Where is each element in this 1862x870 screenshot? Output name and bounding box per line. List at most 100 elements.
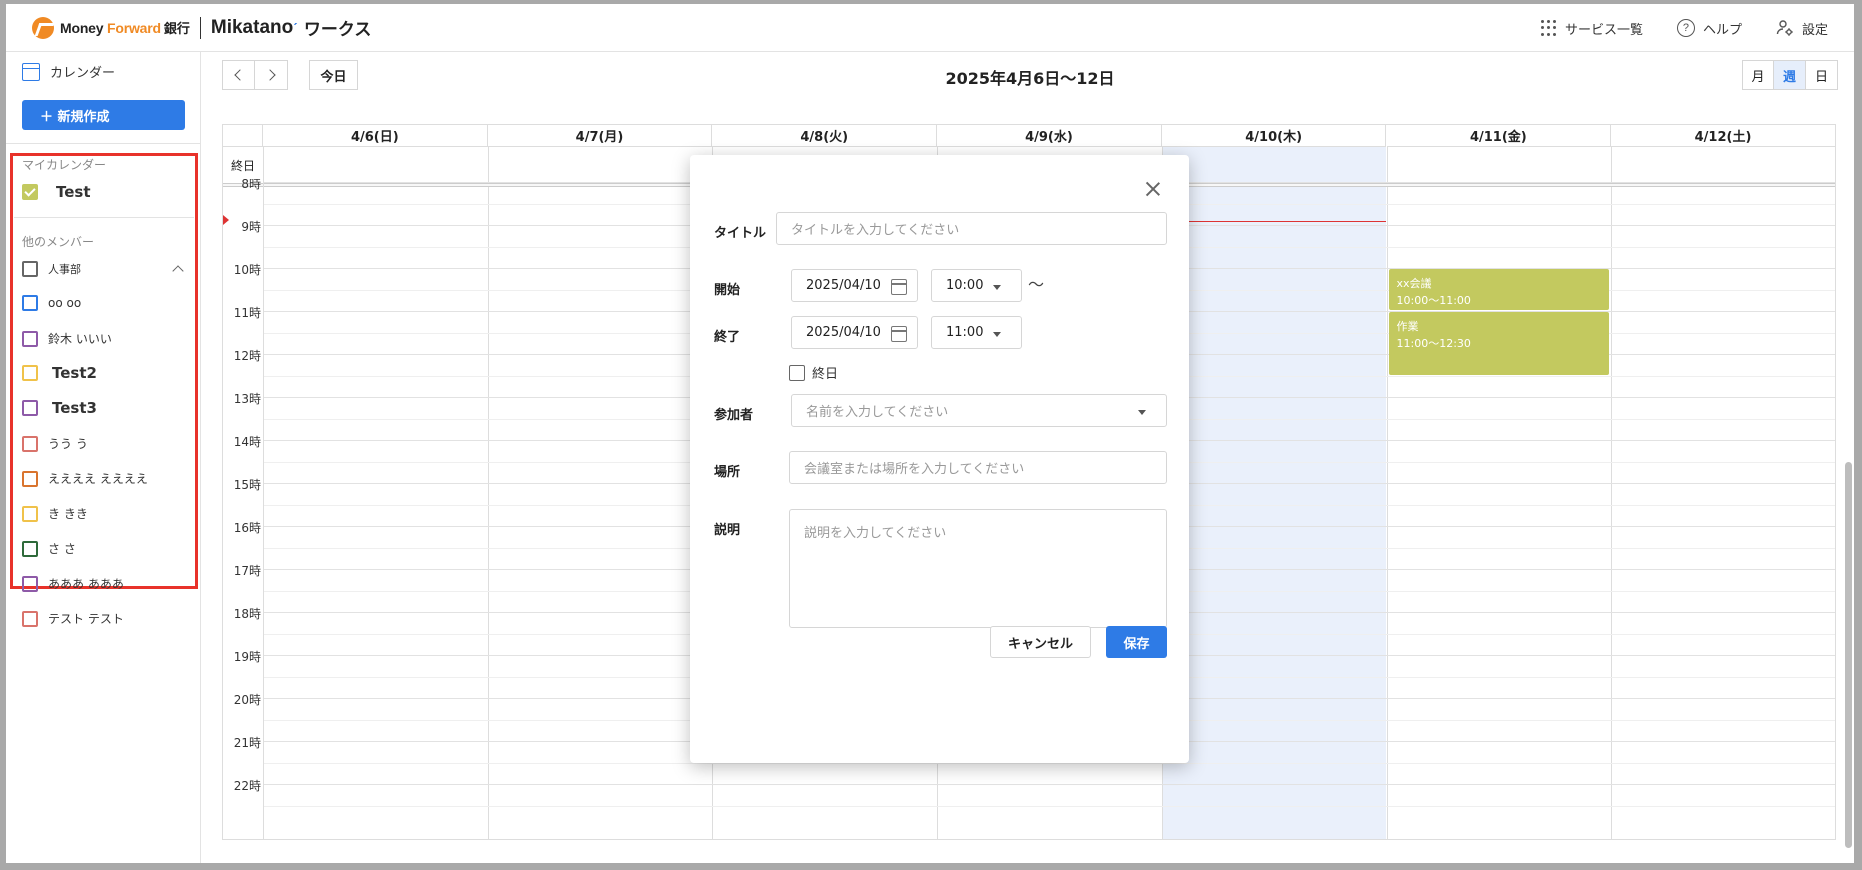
end-date-value: 2025/04/10 xyxy=(806,325,881,340)
calendar-event[interactable]: xx会議 10:00〜11:00 xyxy=(1388,269,1610,310)
member-item[interactable]: Test2 xyxy=(22,364,182,382)
member-name: ええええ ええええ xyxy=(48,472,148,486)
member-checkbox[interactable] xyxy=(22,470,38,487)
app-window: Money Forward 銀行 Mikatanoˊ ワークス サービス一覧 ?… xyxy=(6,4,1854,863)
day-column-header[interactable]: 4/9(水) xyxy=(937,125,1162,147)
top-header: Money Forward 銀行 Mikatanoˊ ワークス サービス一覧 ?… xyxy=(6,4,1854,52)
start-time-value: 10:00 xyxy=(946,278,984,293)
member-checkbox[interactable] xyxy=(22,540,38,557)
allday-checkbox[interactable]: 終日 xyxy=(789,363,838,382)
view-day-button[interactable]: 日 xyxy=(1806,60,1838,90)
description-label: 説明 xyxy=(714,523,741,538)
sidebar-divider xyxy=(6,143,201,144)
member-item[interactable]: ええええ ええええ xyxy=(22,470,182,487)
my-calendar-item-test[interactable]: Test xyxy=(22,183,182,201)
close-icon[interactable] xyxy=(1145,181,1161,197)
member-checkbox[interactable] xyxy=(22,435,38,452)
chevron-up-icon[interactable] xyxy=(172,265,184,277)
today-column-highlight xyxy=(1161,147,1387,839)
member-checkbox[interactable] xyxy=(22,261,38,277)
day-column-header[interactable]: 4/7(月) xyxy=(487,125,713,147)
day-column-divider xyxy=(487,147,489,839)
next-week-button[interactable] xyxy=(255,60,288,90)
day-column-header[interactable]: 4/6(日) xyxy=(263,125,488,147)
half-hour-gridline xyxy=(263,805,1835,807)
member-checkbox[interactable] xyxy=(22,295,38,311)
cancel-button[interactable]: キャンセル xyxy=(990,626,1091,658)
member-item[interactable]: oo oo xyxy=(22,295,182,311)
view-month-button[interactable]: 月 xyxy=(1742,60,1774,90)
date-range-title: 2025年4月6日〜12日 xyxy=(945,69,1115,88)
hour-label: 12時 xyxy=(233,349,261,363)
member-checkbox[interactable] xyxy=(22,365,38,381)
hour-label: 15時 xyxy=(233,478,261,492)
day-column-header[interactable]: 4/11(金) xyxy=(1386,125,1612,147)
title-input[interactable]: タイトルを入力してください xyxy=(776,212,1167,245)
end-date-input[interactable]: 2025/04/10 xyxy=(791,316,918,349)
start-date-value: 2025/04/10 xyxy=(806,278,881,293)
save-button[interactable]: 保存 xyxy=(1106,626,1167,658)
day-column-divider xyxy=(1611,147,1613,839)
new-event-dialog: タイトル タイトルを入力してください 開始 2025/04/10 10:00 〜… xyxy=(690,155,1189,763)
other-members-heading: 他のメンバー xyxy=(22,235,95,249)
vertical-scrollbar[interactable] xyxy=(1845,462,1852,848)
time-column-divider xyxy=(263,147,264,839)
today-button[interactable]: 今日 xyxy=(309,60,358,90)
member-checkbox[interactable] xyxy=(22,400,38,416)
moneyforward-logo-icon xyxy=(32,16,54,39)
chevron-down-icon xyxy=(993,285,1001,290)
start-date-input[interactable]: 2025/04/10 xyxy=(791,269,918,302)
member-group-name: 人事部 xyxy=(48,263,81,276)
member-checkbox[interactable] xyxy=(22,575,38,592)
chevron-down-icon xyxy=(1138,410,1146,415)
calendar-icon[interactable] xyxy=(891,279,907,295)
logo-bank-text: 銀行 xyxy=(163,22,190,37)
calendar-icon[interactable] xyxy=(891,326,907,342)
calendar-checkbox[interactable] xyxy=(22,184,38,200)
member-group-jinjibu[interactable]: 人事部 xyxy=(22,261,184,277)
settings-menu[interactable]: 設定 xyxy=(1776,19,1828,38)
member-item[interactable]: き きき xyxy=(22,505,182,522)
attendees-label: 参加者 xyxy=(714,408,754,423)
member-item[interactable]: Test3 xyxy=(22,399,182,417)
hour-label: 18時 xyxy=(233,607,261,621)
hour-label: 13時 xyxy=(233,392,261,406)
end-time-select[interactable]: 11:00 xyxy=(931,316,1022,349)
new-event-button[interactable]: ＋ 新規作成 xyxy=(22,100,185,130)
prev-week-button[interactable] xyxy=(222,60,255,90)
hour-label: 21時 xyxy=(233,736,261,750)
member-item[interactable]: テスト テスト xyxy=(22,610,182,627)
calendar-event[interactable]: 作業 11:00〜12:30 xyxy=(1388,312,1610,375)
help-menu[interactable]: ? ヘルプ xyxy=(1676,19,1742,38)
help-label: ヘルプ xyxy=(1702,22,1742,38)
hour-label: 19時 xyxy=(233,650,261,664)
checkbox-box[interactable] xyxy=(789,364,805,381)
member-item[interactable]: うう う xyxy=(22,435,182,452)
sidebar-calendar-label: カレンダー xyxy=(50,66,116,81)
logo-works-text: ワークス xyxy=(303,20,372,40)
sidebar: カレンダー ＋ 新規作成 マイカレンダー Test 他のメンバー 人事部 oo … xyxy=(6,52,201,863)
member-name: Test3 xyxy=(52,399,97,417)
member-checkbox[interactable] xyxy=(22,505,38,522)
current-time-marker-icon xyxy=(223,215,229,225)
member-checkbox[interactable] xyxy=(22,610,38,627)
services-label: サービス一覧 xyxy=(1564,22,1643,38)
day-column-header[interactable]: 4/10(木) xyxy=(1161,125,1387,147)
view-week-button[interactable]: 週 xyxy=(1774,60,1806,90)
member-item[interactable]: さ さ xyxy=(22,540,182,557)
allday-row-label: 終日 xyxy=(230,158,255,173)
sidebar-calendar-link[interactable]: カレンダー xyxy=(22,62,115,81)
logo-separator xyxy=(199,16,201,39)
member-checkbox[interactable] xyxy=(22,330,38,347)
hour-label: 10時 xyxy=(233,263,261,277)
description-textarea[interactable]: 説明を入力してください xyxy=(789,509,1167,628)
day-column-header[interactable]: 4/8(火) xyxy=(712,125,938,147)
member-item[interactable]: あああ あああ xyxy=(22,575,182,592)
member-name: 鈴木 いいい xyxy=(48,332,112,346)
location-input[interactable]: 会議室または場所を入力してください xyxy=(789,451,1167,484)
member-item[interactable]: 鈴木 いいい xyxy=(22,330,182,347)
attendees-select[interactable]: 名前を入力してください xyxy=(791,394,1167,427)
start-time-select[interactable]: 10:00 xyxy=(931,269,1022,302)
services-menu[interactable]: サービス一覧 xyxy=(1540,19,1643,38)
day-column-header[interactable]: 4/12(土) xyxy=(1611,125,1835,147)
